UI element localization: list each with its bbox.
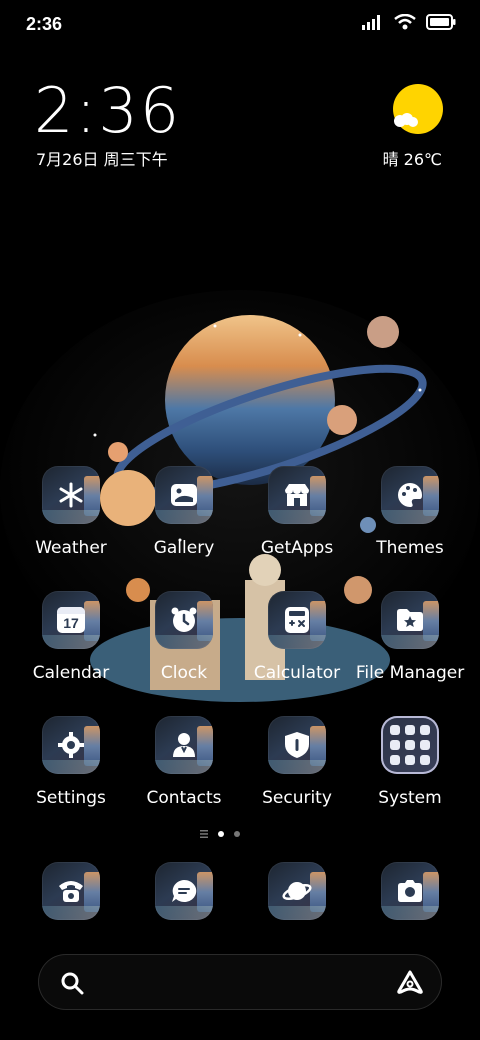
page-dot-active[interactable]	[218, 831, 224, 837]
contacts-icon	[169, 730, 199, 760]
app-label: Contacts	[146, 788, 222, 808]
search-bar[interactable]	[38, 954, 442, 1010]
palette-icon	[395, 480, 425, 510]
camera-icon	[395, 876, 425, 906]
folder-grid-icon[interactable]	[381, 716, 439, 774]
page-indicator[interactable]	[200, 830, 240, 838]
wifi-icon	[394, 14, 416, 30]
app-clock[interactable]: Clock	[128, 591, 240, 683]
weather-widget-text: 晴 26℃	[382, 150, 442, 169]
app-label: System	[378, 788, 442, 808]
app-label: GetApps	[260, 538, 334, 558]
search-icon[interactable]	[60, 971, 84, 995]
dock-phone[interactable]	[42, 862, 100, 920]
app-label: Settings	[36, 788, 106, 808]
app-contacts[interactable]: Contacts	[128, 716, 240, 808]
app-label: Calculator	[253, 663, 341, 683]
assistant-icon[interactable]	[396, 969, 424, 995]
app-label: File Manager	[355, 663, 465, 683]
signal-icon	[362, 15, 380, 30]
phone-icon	[56, 876, 86, 906]
dock-camera[interactable]	[381, 862, 439, 920]
app-label: Gallery	[153, 538, 215, 558]
calculator-icon	[282, 605, 312, 635]
status-time: 2:36	[26, 14, 63, 34]
app-label: Themes	[376, 538, 444, 558]
folder-star-icon	[395, 605, 425, 635]
app-label: Clock	[160, 663, 208, 683]
shield-icon	[282, 730, 312, 760]
app-file-manager[interactable]: File Manager	[354, 591, 466, 683]
app-themes[interactable]: Themes	[354, 466, 466, 558]
snowflake-icon	[56, 480, 86, 510]
app-getapps[interactable]: GetApps	[241, 466, 353, 558]
dock-messages[interactable]	[155, 862, 213, 920]
message-icon	[169, 876, 199, 906]
app-folder-system[interactable]: System	[354, 716, 466, 808]
app-settings[interactable]: Settings	[15, 716, 127, 808]
calendar-icon: 17	[56, 605, 86, 635]
page-dot[interactable]	[234, 831, 240, 837]
gear-icon	[56, 730, 86, 760]
app-calculator[interactable]: Calculator	[241, 591, 353, 683]
app-gallery[interactable]: Gallery	[128, 466, 240, 558]
calendar-day-number: 17	[63, 615, 79, 631]
app-label: Calendar	[32, 663, 110, 683]
cloud-icon	[394, 113, 418, 127]
app-security[interactable]: Security	[241, 716, 353, 808]
clock-widget-date: 7月26日 周三下午	[36, 150, 168, 169]
image-icon	[169, 480, 199, 510]
store-icon	[282, 480, 312, 510]
battery-icon	[426, 14, 456, 30]
dock-browser[interactable]	[268, 862, 326, 920]
menu-lines-icon	[200, 830, 208, 838]
clock-widget-time[interactable]: 2:36	[34, 74, 181, 147]
app-calendar[interactable]: 17 Calendar	[15, 591, 127, 683]
status-icons	[362, 14, 456, 30]
alarm-clock-icon	[169, 605, 199, 635]
app-label: Weather	[35, 538, 107, 558]
app-weather[interactable]: Weather	[15, 466, 127, 558]
app-label: Security	[262, 788, 332, 808]
browser-planet-icon	[282, 876, 312, 906]
